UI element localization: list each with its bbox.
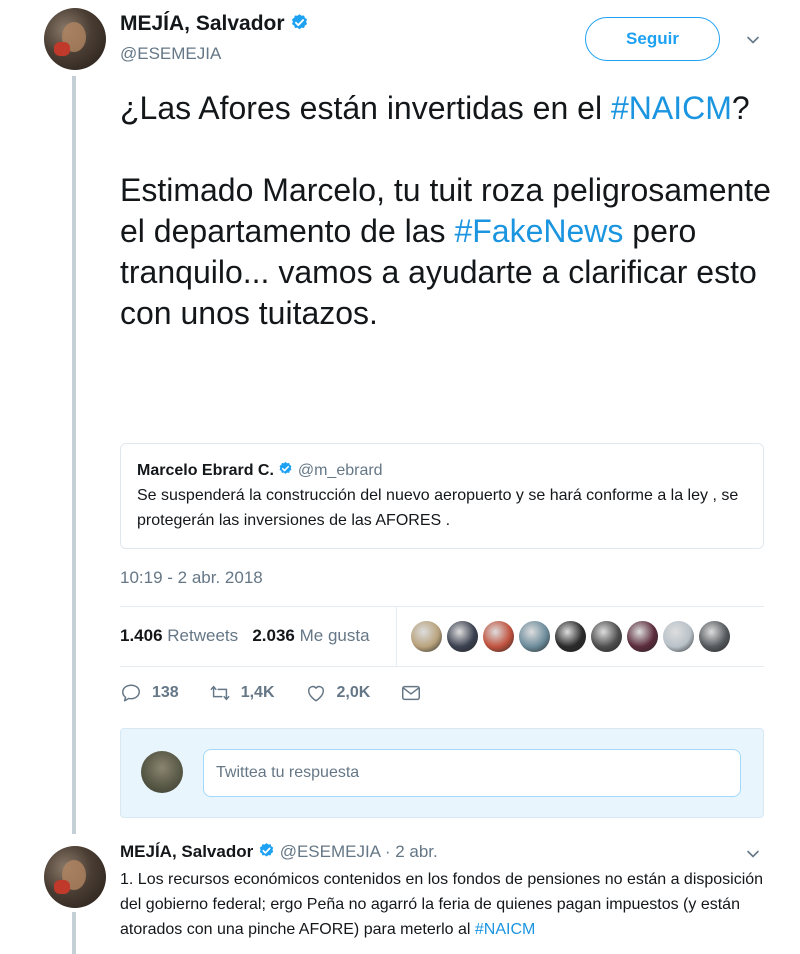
liker-avatar[interactable] bbox=[591, 621, 622, 652]
hashtag-link[interactable]: #NAICM bbox=[475, 921, 535, 938]
tweet-paragraph-1: ¿Las Afores están invertidas en el #NAIC… bbox=[120, 90, 750, 126]
verified-badge-icon bbox=[292, 14, 308, 30]
likes-stat[interactable]: 2.036 Me gusta bbox=[252, 626, 369, 645]
tweet-actions: 138 1,4K 2,0K bbox=[120, 682, 452, 704]
retweet-count: 1,4K bbox=[240, 684, 275, 701]
thread-tweet-text: 1. Los recursos económicos contenidos en… bbox=[120, 871, 764, 938]
reply-input[interactable] bbox=[203, 749, 741, 797]
tweet-date[interactable]: · 2 abr. bbox=[385, 842, 438, 861]
quoted-tweet[interactable]: Marcelo Ebrard C. @m_ebrard Se suspender… bbox=[120, 443, 764, 549]
liker-avatar[interactable] bbox=[627, 621, 658, 652]
hashtag-link[interactable]: #NAICM bbox=[611, 90, 732, 126]
retweets-stat[interactable]: 1.406 Retweets bbox=[120, 626, 238, 645]
chevron-down-icon[interactable] bbox=[746, 847, 760, 861]
retweet-action[interactable]: 1,4K bbox=[209, 682, 275, 704]
reply-action[interactable]: 138 bbox=[120, 682, 179, 704]
message-action[interactable] bbox=[400, 682, 422, 704]
liker-avatar[interactable] bbox=[483, 621, 514, 652]
thread-line-continuation bbox=[72, 912, 76, 954]
tweet-text: ¿Las Afores están invertidas en el #NAIC… bbox=[120, 88, 780, 375]
reply-icon bbox=[122, 684, 140, 702]
stats-separator bbox=[396, 606, 397, 666]
quoted-author-name: Marcelo Ebrard C. bbox=[137, 462, 274, 479]
verified-badge-icon bbox=[279, 461, 292, 474]
heart-icon bbox=[307, 685, 324, 702]
divider bbox=[120, 606, 764, 607]
verified-badge-icon bbox=[259, 843, 274, 857]
liker-avatar[interactable] bbox=[447, 621, 478, 652]
thread-line bbox=[72, 76, 76, 834]
liker-avatar[interactable] bbox=[663, 621, 694, 652]
liker-avatar[interactable] bbox=[555, 621, 586, 652]
follow-button[interactable]: Seguir bbox=[585, 17, 720, 61]
like-count: 2,0K bbox=[336, 684, 371, 701]
divider bbox=[120, 666, 764, 667]
author-name[interactable]: MEJÍA, Salvador bbox=[120, 12, 309, 36]
chevron-down-icon[interactable] bbox=[746, 33, 760, 47]
author-handle[interactable]: @ESEMEJIA bbox=[120, 44, 221, 64]
tweet-timestamp[interactable]: 10:19 - 2 abr. 2018 bbox=[120, 568, 263, 588]
liker-avatars bbox=[411, 621, 730, 652]
liker-avatar[interactable] bbox=[519, 621, 550, 652]
author-handle[interactable]: @ESEMEJIA bbox=[280, 842, 380, 861]
hashtag-link[interactable]: #FakeNews bbox=[454, 213, 623, 249]
envelope-icon bbox=[402, 685, 421, 701]
quoted-author-handle: @m_ebrard bbox=[297, 462, 383, 479]
liker-avatar[interactable] bbox=[411, 621, 442, 652]
tweet-stats: 1.406 Retweets 2.036 Me gusta bbox=[120, 626, 370, 646]
author-name[interactable]: MEJÍA, Salvador bbox=[120, 842, 253, 861]
liker-avatar[interactable] bbox=[699, 621, 730, 652]
tweet-paragraph-2: Estimado Marcelo, tu tuit roza peligrosa… bbox=[120, 172, 771, 331]
current-user-avatar bbox=[141, 751, 183, 793]
reply-composer bbox=[120, 728, 764, 818]
thread-tweet-header: MEJÍA, Salvador @ESEMEJIA · 2 abr. bbox=[120, 842, 438, 862]
retweet-icon bbox=[210, 685, 230, 701]
author-avatar[interactable] bbox=[44, 846, 106, 908]
reply-count: 138 bbox=[152, 684, 179, 701]
quoted-tweet-text: Se suspenderá la construcción del nuevo … bbox=[137, 487, 739, 529]
quoted-tweet-header: Marcelo Ebrard C. @m_ebrard bbox=[137, 461, 747, 480]
author-avatar[interactable] bbox=[44, 8, 106, 70]
like-action[interactable]: 2,0K bbox=[305, 682, 371, 704]
